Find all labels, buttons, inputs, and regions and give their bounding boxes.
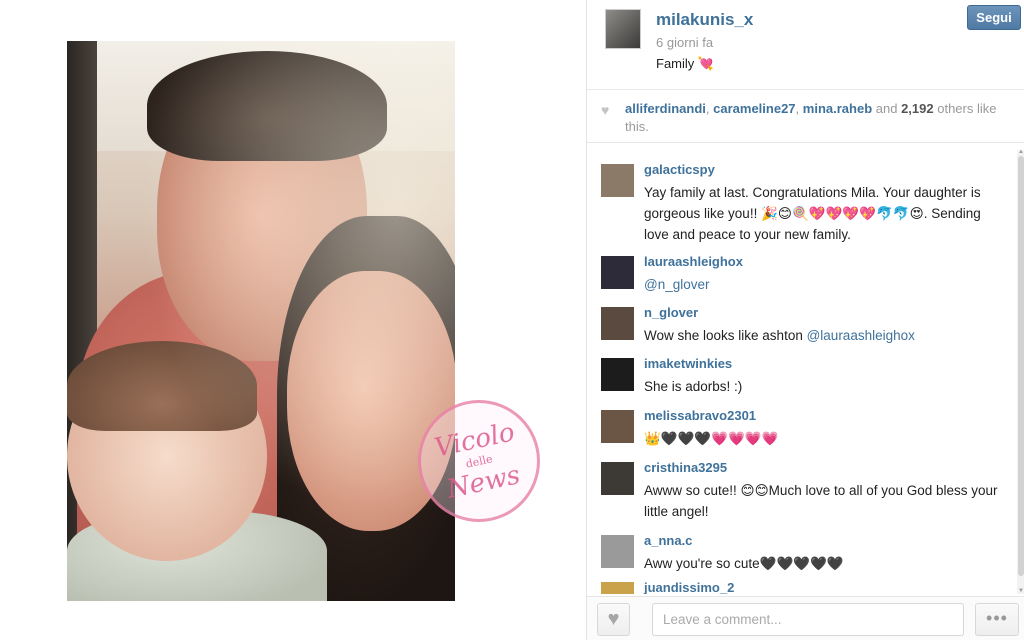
- list-item: melissabravo2301 👑🖤🖤🖤💗💗💗💗: [587, 400, 1017, 452]
- comments-list[interactable]: galacticspy Yay family at last. Congratu…: [587, 150, 1017, 594]
- comment-text: 👑🖤🖤🖤💗💗💗💗: [644, 431, 779, 446]
- likes-separator: ,: [795, 101, 803, 116]
- comment-body: Wow she looks like ashton: [644, 328, 807, 343]
- follow-button[interactable]: Segui: [967, 5, 1021, 30]
- comment-text: Yay family at last. Congratulations Mila…: [644, 185, 981, 242]
- comment-username[interactable]: melissabravo2301: [644, 408, 756, 423]
- comment-input[interactable]: [652, 603, 964, 636]
- list-item: galacticspy Yay family at last. Congratu…: [587, 154, 1017, 246]
- comment-text: Aww you're so cute🖤🖤🖤🖤🖤: [644, 556, 844, 571]
- comment-text: Awww so cute!! 😊😊Much love to all of you…: [644, 483, 998, 519]
- avatar[interactable]: [601, 582, 634, 594]
- comment-text: @n_glover: [644, 274, 1009, 295]
- comment-username[interactable]: imaketwinkies: [644, 356, 732, 371]
- watermark-line3: News: [444, 459, 523, 505]
- heart-icon: ♥: [601, 102, 610, 118]
- comment-username[interactable]: galacticspy: [644, 162, 715, 177]
- list-item: lauraashleighox @n_glover: [587, 246, 1017, 296]
- avatar[interactable]: [601, 462, 634, 495]
- list-item: n_glover Wow she looks like ashton @laur…: [587, 297, 1017, 347]
- post-username[interactable]: milakunis_x: [656, 10, 753, 30]
- avatar[interactable]: [605, 9, 641, 49]
- liker-link[interactable]: carameline27: [713, 101, 795, 116]
- avatar[interactable]: [601, 164, 634, 197]
- scroll-down-arrow-icon[interactable]: ▼: [1018, 588, 1024, 594]
- comment-text: She is adorbs! :): [644, 379, 743, 394]
- avatar[interactable]: [601, 358, 634, 391]
- list-item: juandissimo_2: [587, 572, 1017, 594]
- likes-summary: ♥ alliferdinandi, carameline27, mina.rah…: [587, 91, 1024, 143]
- post-header: milakunis_x 6 giorni fa Family 💘 Segui: [587, 0, 1024, 90]
- photo-light-glow: [67, 41, 455, 601]
- scroll-up-arrow-icon[interactable]: ▲: [1018, 149, 1024, 155]
- photo-pane: Vicolo delle News: [0, 0, 586, 640]
- comment-text: Wow she looks like ashton @lauraashleigh…: [644, 325, 1009, 346]
- likes-and: and: [872, 101, 902, 116]
- comment-username[interactable]: lauraashleighox: [644, 254, 743, 269]
- list-item: imaketwinkies She is adorbs! :): [587, 348, 1017, 400]
- scroll-thumb[interactable]: [1018, 156, 1024, 576]
- comment-username[interactable]: juandissimo_2: [644, 580, 734, 594]
- avatar[interactable]: [601, 410, 634, 443]
- heart-icon: ♥: [607, 608, 620, 630]
- avatar[interactable]: [601, 535, 634, 568]
- mention-link[interactable]: @lauraashleighox: [807, 328, 915, 343]
- list-item: cristhina3295 Awww so cute!! 😊😊Much love…: [587, 452, 1017, 524]
- post-caption: Family 💘: [656, 56, 715, 71]
- comment-username[interactable]: a_nna.c: [644, 533, 692, 548]
- mention-link[interactable]: @n_glover: [644, 277, 710, 292]
- more-options-button[interactable]: •••: [975, 603, 1019, 636]
- like-button[interactable]: ♥: [597, 603, 630, 636]
- list-item: a_nna.c Aww you're so cute🖤🖤🖤🖤🖤: [587, 525, 1017, 577]
- comments-scrollbar[interactable]: ▲ ▼: [1017, 149, 1024, 594]
- comment-username[interactable]: n_glover: [644, 305, 698, 320]
- liker-link[interactable]: alliferdinandi: [625, 101, 706, 116]
- post-sidebar: milakunis_x 6 giorni fa Family 💘 Segui ♥…: [586, 0, 1024, 640]
- post-timestamp[interactable]: 6 giorni fa: [656, 35, 713, 50]
- comment-footer: ♥ •••: [587, 596, 1024, 640]
- likes-count[interactable]: 2,192: [901, 101, 934, 116]
- post-photo[interactable]: [67, 41, 455, 601]
- avatar[interactable]: [601, 256, 634, 289]
- avatar[interactable]: [601, 307, 634, 340]
- comment-username[interactable]: cristhina3295: [644, 460, 727, 475]
- liker-link[interactable]: mina.raheb: [803, 101, 872, 116]
